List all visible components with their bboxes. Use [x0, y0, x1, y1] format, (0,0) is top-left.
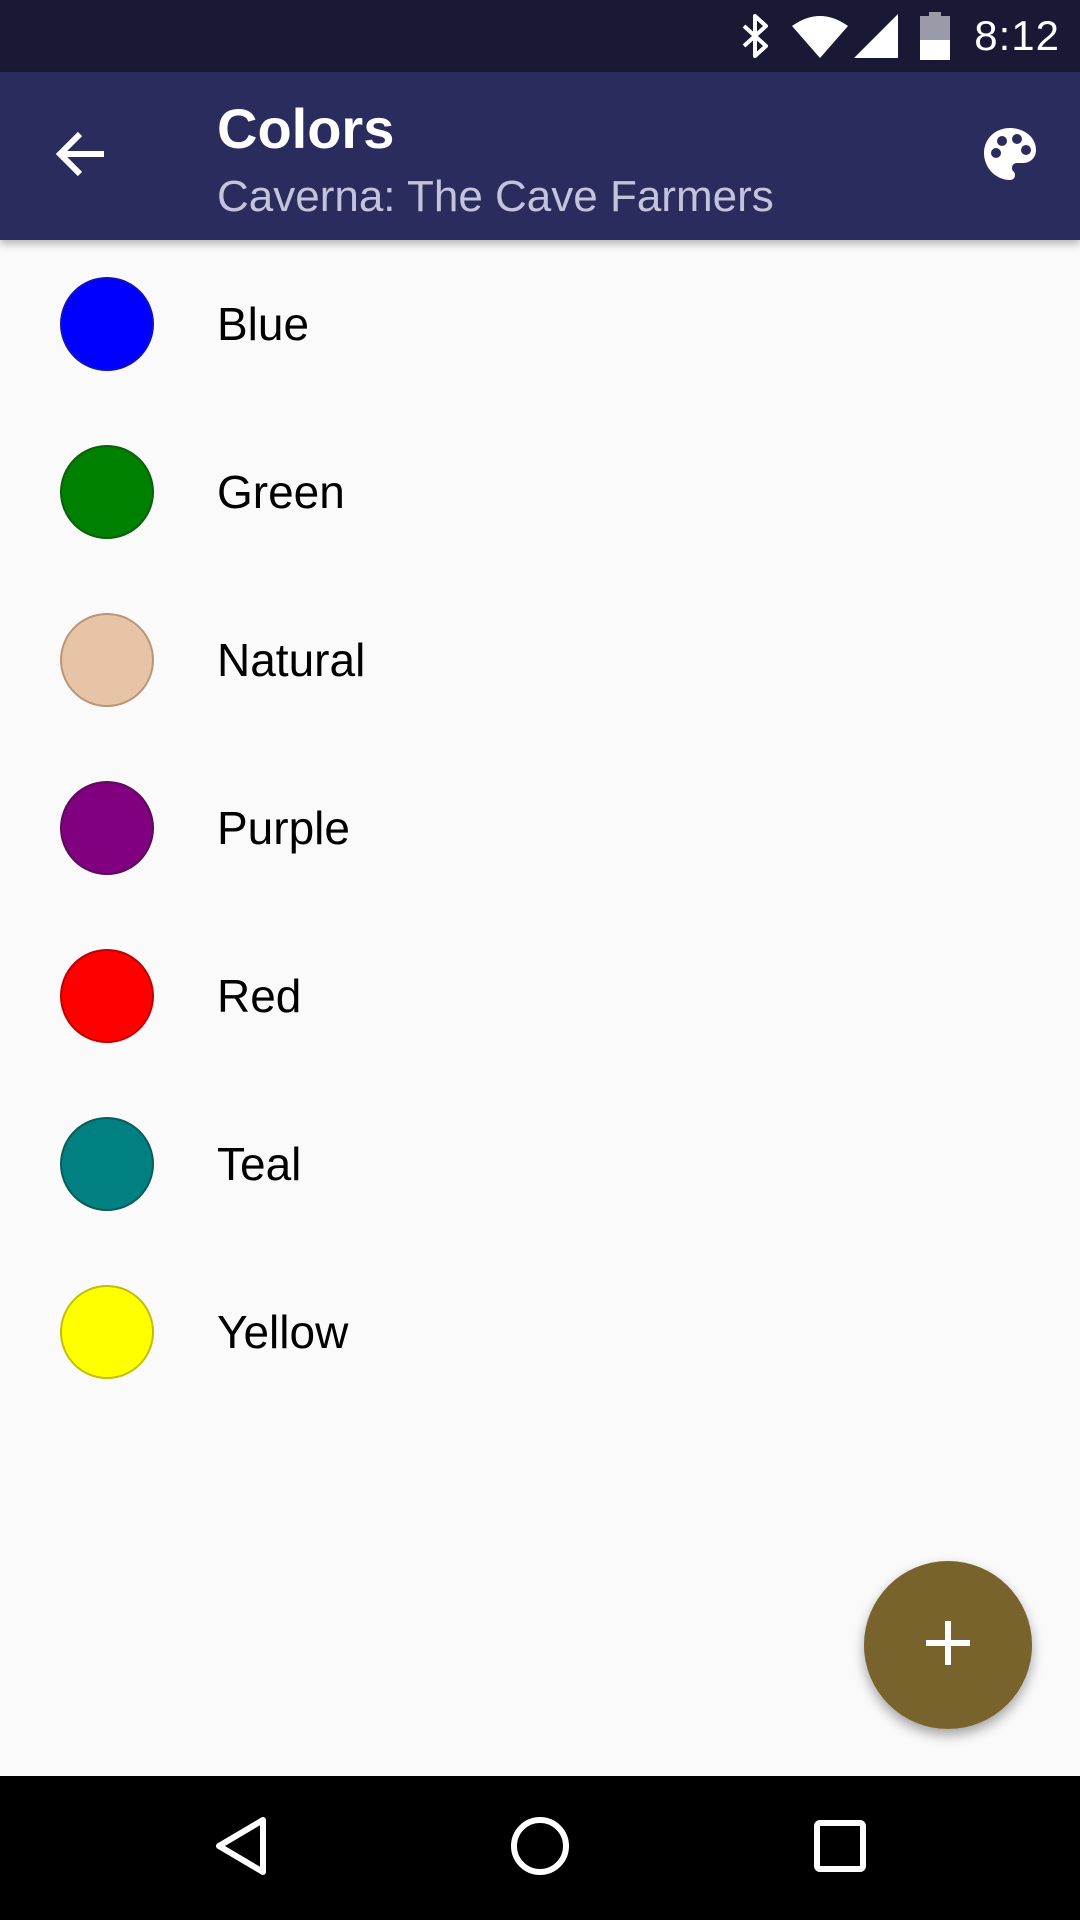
list-item-green[interactable]: Green: [0, 408, 1080, 576]
color-swatch: [60, 613, 154, 707]
system-nav-bar: [0, 1776, 1080, 1920]
color-name: Teal: [217, 1138, 302, 1190]
list-item-purple[interactable]: Purple: [0, 744, 1080, 912]
color-name: Natural: [217, 634, 366, 686]
status-icons: 8:12: [740, 0, 1060, 72]
color-swatch: [60, 1285, 154, 1379]
bluetooth-icon: [740, 13, 770, 59]
recents-square-icon: [814, 1819, 866, 1877]
color-swatch: [60, 949, 154, 1043]
color-swatch: [60, 445, 154, 539]
back-button[interactable]: [40, 116, 120, 196]
wifi-icon: [792, 14, 849, 58]
color-name: Red: [217, 970, 302, 1022]
list-item-natural[interactable]: Natural: [0, 576, 1080, 744]
status-bar: 8:12: [0, 0, 1080, 72]
list-item-yellow[interactable]: Yellow: [0, 1248, 1080, 1416]
cellular-signal-icon: [854, 14, 899, 58]
nav-back-button[interactable]: [191, 1798, 291, 1898]
page-title: Colors: [217, 97, 395, 160]
palette-button[interactable]: [970, 116, 1050, 196]
color-name: Blue: [217, 298, 310, 350]
palette-icon: [981, 125, 1039, 188]
arrow-back-icon: [54, 130, 106, 183]
nav-recents-button[interactable]: [790, 1798, 890, 1898]
color-swatch: [60, 1117, 154, 1211]
color-name: Purple: [217, 802, 350, 854]
color-swatch: [60, 277, 154, 371]
app-bar: Colors Caverna: The Cave Farmers: [0, 72, 1080, 240]
page-subtitle: Caverna: The Cave Farmers: [217, 172, 774, 221]
color-swatch: [60, 781, 154, 875]
list-item-teal[interactable]: Teal: [0, 1080, 1080, 1248]
color-name: Yellow: [217, 1306, 349, 1358]
add-icon: [924, 1619, 972, 1672]
nav-home-button[interactable]: [490, 1798, 590, 1898]
list-item-red[interactable]: Red: [0, 912, 1080, 1080]
add-color-button[interactable]: [864, 1561, 1032, 1729]
battery-icon: [920, 12, 951, 60]
list-item-blue[interactable]: Blue: [0, 240, 1080, 408]
status-time: 8:12: [974, 12, 1060, 59]
back-triangle-icon: [213, 1816, 269, 1881]
color-list: Blue Green Natural Purple Red Teal Yello…: [0, 240, 1080, 1416]
home-circle-icon: [510, 1816, 570, 1881]
color-name: Green: [217, 466, 345, 518]
